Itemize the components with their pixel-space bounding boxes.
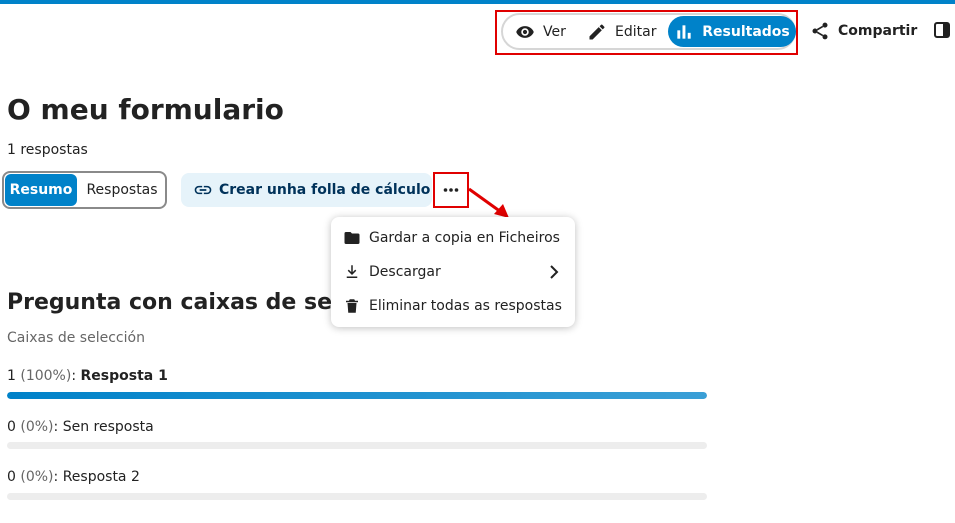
answer-text: Sen resposta: [62, 419, 154, 435]
more-actions-button[interactable]: [436, 175, 466, 205]
pencil-icon: [589, 24, 605, 39]
answer-progress-track: [7, 392, 707, 399]
more-actions-menu: Gardar a copia en Ficheiros Descargar El…: [331, 217, 575, 327]
view-switch: Ver Editar Resultados: [501, 13, 796, 50]
link-icon: [194, 185, 212, 195]
create-spreadsheet-button[interactable]: Crear unha folla de cálculo: [181, 173, 432, 207]
answer-text: Resposta 2: [62, 469, 140, 485]
tab-responses[interactable]: Respostas: [82, 174, 162, 206]
bar-chart-icon: [677, 24, 691, 39]
answer-count: 0: [7, 419, 16, 435]
more-horizontal-icon: [443, 188, 459, 192]
chevron-right-icon: [550, 265, 559, 279]
tab-summary[interactable]: Resumo: [5, 174, 77, 206]
answer-progress-track: [7, 493, 707, 500]
page-title: O meu formulario: [7, 93, 284, 126]
menu-item-label: Eliminar todas as respostas: [369, 298, 562, 314]
sidebar-toggle-icon[interactable]: [934, 22, 950, 38]
results-tabs: Resumo Respostas: [2, 171, 167, 209]
share-icon: [812, 22, 828, 40]
share-label: Compartir: [838, 23, 918, 39]
edit-label: Editar: [615, 23, 657, 40]
answer-label: 0 (0%): Sen resposta: [7, 419, 154, 435]
menu-item-label: Gardar a copia en Ficheiros: [369, 230, 560, 246]
menu-item-save-copy[interactable]: Gardar a copia en Ficheiros: [331, 221, 575, 255]
answer-percent: (0%): [20, 469, 54, 485]
view-label: Ver: [543, 23, 566, 40]
eye-icon: [516, 25, 534, 38]
question-type: Caixas de selección: [7, 330, 145, 346]
answer-progress-fill: [7, 392, 707, 399]
create-spreadsheet-label: Crear unha folla de cálculo: [219, 182, 431, 198]
menu-item-label: Descargar: [369, 264, 441, 280]
folder-icon: [344, 232, 360, 244]
top-accent-bar: [0, 0, 955, 4]
answer-text: Resposta 1: [80, 368, 168, 384]
answer-progress-track: [7, 442, 707, 449]
menu-item-download[interactable]: Descargar: [331, 255, 575, 289]
trash-icon: [346, 299, 358, 313]
results-button[interactable]: Resultados: [668, 16, 796, 47]
menu-item-delete-all[interactable]: Eliminar todas as respostas: [331, 289, 575, 323]
answer-percent: (0%): [20, 419, 54, 435]
answer-percent: (100%): [20, 368, 72, 384]
answer-count: 1: [7, 368, 16, 384]
share-button[interactable]: Compartir: [810, 18, 917, 44]
view-button[interactable]: Ver: [515, 16, 585, 47]
response-count: 1 respostas: [7, 142, 88, 158]
question-title: Pregunta con caixas de selección: [7, 290, 337, 315]
answer-count: 0: [7, 469, 16, 485]
results-label: Resultados: [702, 23, 790, 40]
edit-button[interactable]: Editar: [587, 16, 667, 47]
download-icon: [346, 265, 358, 278]
answer-label: 1 (100%): Resposta 1: [7, 368, 168, 384]
answer-label: 0 (0%): Resposta 2: [7, 469, 140, 485]
